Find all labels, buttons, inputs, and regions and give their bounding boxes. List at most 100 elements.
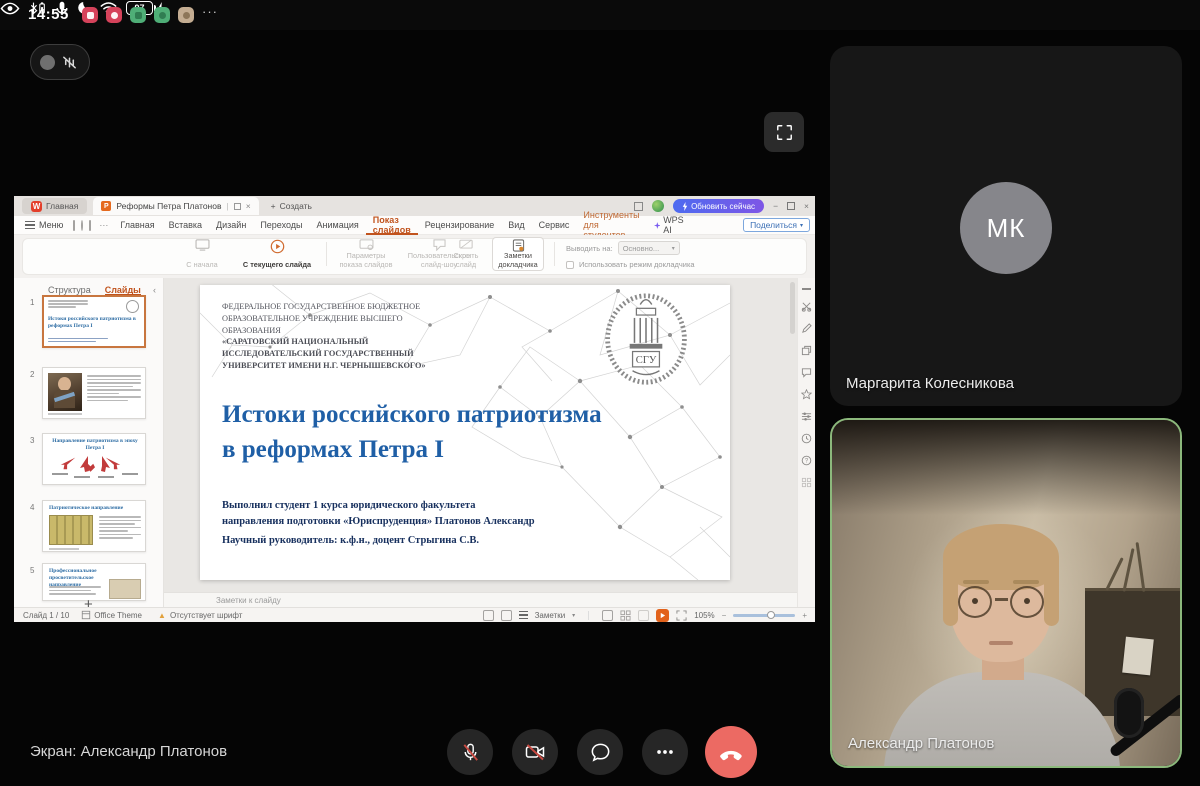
maximize-button[interactable] bbox=[787, 202, 795, 210]
output-display-dropdown[interactable]: Основно... ▾ bbox=[618, 241, 680, 255]
participant-tile-alexandr[interactable]: Александр Платонов bbox=[830, 418, 1182, 768]
collapse-strip-icon[interactable] bbox=[802, 288, 811, 290]
menu-student-tools[interactable]: Инструменты для студентов bbox=[576, 216, 646, 235]
normal-view-icon[interactable] bbox=[602, 610, 613, 621]
canvas-scrollbar[interactable] bbox=[790, 282, 795, 334]
thumb-document-image bbox=[109, 579, 141, 599]
print-icon[interactable] bbox=[81, 220, 83, 231]
zoom-slider[interactable] bbox=[733, 614, 795, 617]
presenter-mode-row[interactable]: Использовать режим докладчика bbox=[566, 260, 695, 269]
thumb-caption-line bbox=[49, 548, 79, 550]
settings-sliders-icon[interactable] bbox=[801, 411, 812, 422]
close-button[interactable]: × bbox=[804, 201, 809, 211]
menu-insert[interactable]: Вставка bbox=[162, 216, 209, 235]
update-now-button[interactable]: Обновить сейчас bbox=[673, 199, 764, 213]
presenter-mode-checkbox[interactable] bbox=[566, 261, 574, 269]
camera-off-button[interactable] bbox=[512, 729, 558, 775]
plus-icon: + bbox=[271, 201, 276, 211]
help-icon[interactable]: ? bbox=[801, 455, 812, 466]
presentation-file-icon: P bbox=[101, 201, 111, 211]
self-mute-indicator[interactable] bbox=[30, 44, 90, 80]
thumb-logo bbox=[126, 300, 139, 313]
slide-thumbnail-2[interactable] bbox=[42, 367, 146, 419]
star-icon[interactable] bbox=[801, 389, 812, 400]
slide-thumbnail-5[interactable]: Профессиональное просветительское направ… bbox=[42, 563, 146, 601]
sync-status-icon[interactable] bbox=[652, 200, 664, 212]
device-status-bar: 14:55 ··· 97 bbox=[0, 0, 1200, 30]
chat-button[interactable] bbox=[577, 729, 623, 775]
notes-area[interactable]: Заметки к слайду bbox=[164, 592, 797, 607]
notes-toggle[interactable]: Заметки bbox=[535, 611, 566, 620]
wps-home-tab[interactable]: W Главная bbox=[22, 198, 87, 214]
share-button[interactable]: Поделиться ▾ bbox=[743, 218, 810, 232]
more-tools-icon[interactable]: ··· bbox=[99, 220, 108, 230]
menu-button[interactable]: Меню bbox=[18, 216, 70, 235]
tab-slides[interactable]: Слайды bbox=[105, 285, 141, 296]
menu-wps-ai[interactable]: WPS AI bbox=[647, 216, 694, 235]
menu-animation[interactable]: Анимация bbox=[310, 216, 366, 235]
org-line-2: «САРАТОВСКИЙ НАЦИОНАЛЬНЫЙ ИССЛЕДОВАТЕЛЬС… bbox=[222, 337, 426, 370]
menu-view[interactable]: Вид bbox=[501, 216, 531, 235]
thumb-document-image bbox=[49, 515, 93, 545]
new-document-tab[interactable]: + Создать bbox=[271, 201, 312, 211]
camera-off-icon bbox=[523, 740, 547, 764]
slideshow-play-button[interactable] bbox=[656, 609, 669, 622]
more-options-button[interactable] bbox=[642, 729, 688, 775]
end-call-button[interactable] bbox=[705, 726, 757, 778]
shared-screen-wps-window[interactable]: W Главная P Реформы Петра Платонов | × +… bbox=[14, 196, 815, 622]
tab-outline[interactable]: Структура bbox=[48, 285, 91, 295]
eye-icon bbox=[0, 2, 20, 15]
font-warning[interactable]: Отсутствует шрифт bbox=[170, 611, 243, 620]
menu-review[interactable]: Рецензирование bbox=[418, 216, 502, 235]
participant-tile-margarita[interactable]: МК Маргарита Колесникова bbox=[830, 46, 1182, 406]
zoom-out-button[interactable]: − bbox=[722, 611, 727, 620]
spellcheck-icon[interactable] bbox=[483, 610, 494, 621]
fit-window-icon[interactable] bbox=[676, 610, 687, 621]
collapse-panel-icon[interactable]: ‹ bbox=[153, 285, 156, 295]
zoom-slider-handle[interactable] bbox=[767, 611, 775, 619]
history-clock-icon[interactable] bbox=[801, 433, 812, 444]
theme-name[interactable]: Office Theme bbox=[94, 611, 142, 620]
comment-icon[interactable] bbox=[801, 367, 812, 378]
handwriting-icon[interactable] bbox=[501, 610, 512, 621]
export-icon[interactable] bbox=[89, 220, 91, 231]
slide-thumbnail-1[interactable]: Истоки российского патриотизма в реформа… bbox=[42, 295, 146, 348]
minimize-button[interactable]: − bbox=[773, 201, 778, 211]
microphone-muted-button[interactable] bbox=[447, 729, 493, 775]
edit-pen-icon[interactable] bbox=[801, 323, 812, 334]
ribbon-from-start[interactable]: С начала bbox=[176, 239, 228, 269]
chevron-down-icon: ▾ bbox=[800, 222, 803, 229]
grid-icon[interactable] bbox=[801, 477, 812, 488]
zoom-in-button[interactable]: + bbox=[802, 611, 807, 620]
slide-sorter-icon[interactable] bbox=[620, 610, 631, 621]
slide-thumbnail-3[interactable]: Направление патриотизма в эпоху Петра I bbox=[42, 433, 146, 485]
new-tab-label: Создать bbox=[280, 201, 312, 211]
wps-menu-bar: Меню ··· Главная Вставка Дизайн Переходы… bbox=[14, 216, 815, 235]
ribbon-speaker-notes[interactable]: Заметки докладчика bbox=[494, 239, 542, 269]
reading-view-icon[interactable] bbox=[638, 610, 649, 621]
zoom-level[interactable]: 105% bbox=[694, 611, 714, 620]
thumb-arrows-diagram bbox=[50, 454, 140, 480]
menu-slideshow[interactable]: Показ слайдов bbox=[366, 216, 418, 235]
audio-muted-icon bbox=[61, 54, 78, 71]
monitor-icon bbox=[195, 239, 210, 251]
thumb-text-lines bbox=[99, 516, 141, 539]
save-icon[interactable] bbox=[73, 220, 75, 231]
copy-icon[interactable] bbox=[801, 345, 812, 356]
tab-close-icon[interactable]: × bbox=[246, 201, 251, 211]
menu-design[interactable]: Дизайн bbox=[209, 216, 253, 235]
current-slide[interactable]: ФЕДЕРАЛЬНОЕ ГОСУДАРСТВЕННОЕ БЮДЖЕТНОЕ ОБ… bbox=[200, 285, 730, 580]
tab-restore-icon[interactable] bbox=[234, 203, 241, 210]
menu-transitions[interactable]: Переходы bbox=[253, 216, 309, 235]
menu-tools[interactable]: Сервис bbox=[532, 216, 577, 235]
ribbon-from-current-slide[interactable]: С текущего слайда bbox=[236, 239, 318, 269]
wps-document-tab[interactable]: P Реформы Петра Платонов | × bbox=[93, 197, 258, 215]
tab-separator: | bbox=[226, 201, 228, 211]
fullscreen-button[interactable] bbox=[764, 112, 804, 152]
slide-panel: Структура Слайды ‹ 1 Истоки российского … bbox=[14, 278, 164, 607]
slide-number: 5 bbox=[30, 566, 34, 575]
format-painter-icon[interactable] bbox=[801, 301, 812, 312]
slide-thumbnail-4[interactable]: Патриотическое направление bbox=[42, 500, 146, 552]
menu-home[interactable]: Главная bbox=[113, 216, 161, 235]
theme-icon bbox=[81, 610, 91, 620]
